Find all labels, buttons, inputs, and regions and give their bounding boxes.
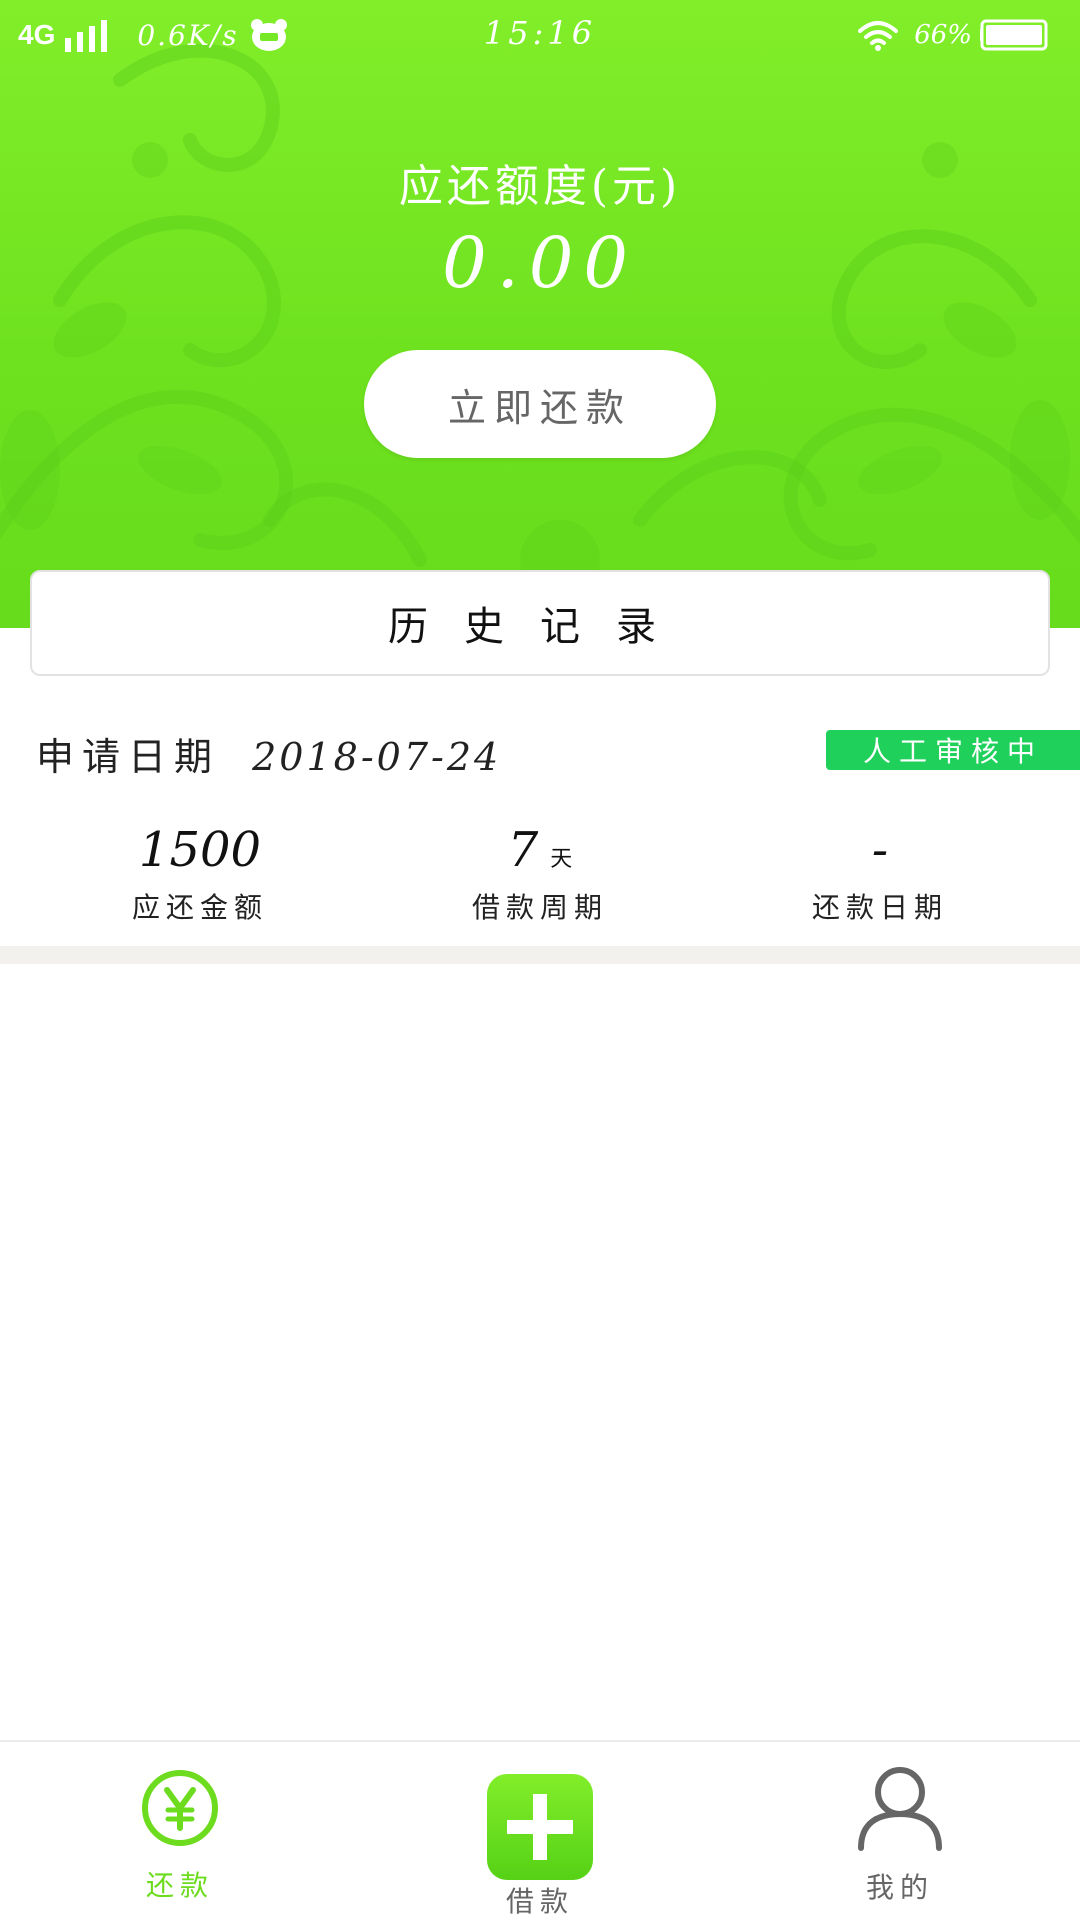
history-records-header: 历史记录	[30, 570, 1050, 676]
review-status-badge: 人工审核中	[826, 730, 1080, 770]
tab-mine[interactable]: 我的	[720, 1742, 1080, 1922]
repay-date-caption: 还款日期	[811, 891, 948, 924]
tab-repay-label: 还款	[145, 1869, 214, 1902]
plus-icon	[487, 1774, 593, 1880]
loan-period-number: 7天	[370, 820, 710, 880]
repay-amount-number: 1500	[138, 822, 262, 878]
loan-period-value: 7	[507, 822, 539, 878]
loan-period-caption: 借款周期	[471, 891, 608, 924]
tab-repay[interactable]: 还款	[0, 1742, 360, 1922]
tab-mine-label: 我的	[865, 1871, 934, 1904]
loan-record: 申请日期 2018-07-24 人工审核中 1500 应还金额 7天 借款周期 …	[0, 690, 1080, 946]
summary-header: 4G 0.6K/s 15:16 66% 应还额度(元) 0.00 立即还款	[0, 0, 1080, 628]
apply-date: 申请日期 2018-07-24	[36, 726, 501, 781]
repay-amount-caption: 应还金额	[131, 891, 268, 924]
tab-borrow-label: 借款	[505, 1885, 574, 1918]
tab-borrow[interactable]: 借款	[360, 1742, 720, 1922]
stat-repay-date: - 还款日期	[710, 820, 1050, 926]
floral-background-decoration	[0, 43, 1080, 628]
repay-now-button[interactable]: 立即还款	[364, 350, 716, 458]
section-divider	[0, 946, 1080, 964]
yen-circle-icon	[142, 1770, 218, 1846]
apply-date-label: 申请日期	[36, 735, 221, 779]
loan-period-unit: 天	[550, 847, 573, 872]
user-icon	[858, 1767, 942, 1851]
stat-loan-period: 7天 借款周期	[370, 820, 710, 926]
status-bar: 4G 0.6K/s 15:16 66%	[0, 0, 1080, 70]
battery-percent: 66%	[914, 20, 972, 50]
battery-icon	[980, 19, 1048, 51]
repay-amount-label: 应还额度(元)	[398, 161, 682, 212]
repay-date-value: -	[871, 822, 889, 878]
wifi-icon	[858, 21, 899, 51]
stat-repay-amount: 1500 应还金额	[30, 820, 370, 926]
bottom-tab-bar: 还款 借款 我的	[0, 1740, 1080, 1922]
apply-date-value: 2018-07-24	[252, 735, 502, 779]
status-bar-right: 66%	[858, 16, 1052, 54]
repay-amount-value: 0.00	[442, 222, 638, 304]
